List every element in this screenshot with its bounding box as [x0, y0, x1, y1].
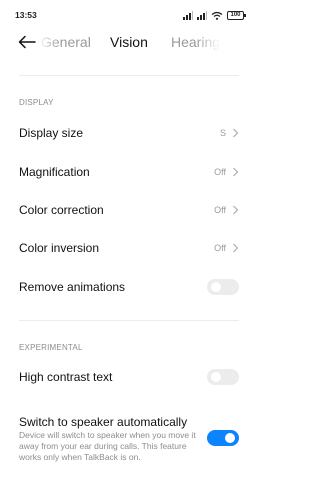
row-value: Off	[214, 205, 226, 215]
row-label: Color inversion	[19, 241, 100, 255]
row-label: Switch to speaker automatically	[19, 415, 188, 429]
row-label: Remove animations	[19, 280, 126, 294]
chevron-right-icon	[233, 243, 239, 253]
chevron-right-icon	[233, 205, 239, 215]
wifi-icon	[211, 11, 223, 20]
section-header-experimental: EXPERIMENTAL	[19, 343, 83, 352]
top-nav: General Vision Hearing	[0, 28, 258, 56]
toggle-knob	[211, 372, 221, 382]
toggle-knob	[225, 433, 235, 443]
row-display-size[interactable]: Display size S	[0, 114, 258, 152]
tab-fade-right	[196, 32, 220, 52]
switch-to-speaker-toggle[interactable]	[207, 430, 239, 446]
row-label: Magnification	[19, 165, 90, 179]
signal-icon	[183, 10, 193, 20]
row-value: Off	[214, 243, 226, 253]
battery-icon: 100	[227, 10, 246, 20]
row-switch-to-speaker[interactable]: Switch to speaker automatically Device w…	[0, 405, 258, 471]
remove-animations-toggle[interactable]	[207, 279, 239, 295]
row-value: S	[219, 128, 226, 138]
row-magnification[interactable]: Magnification Off	[0, 153, 258, 191]
divider	[19, 320, 239, 321]
row-color-correction[interactable]: Color correction Off	[0, 191, 258, 229]
row-remove-animations[interactable]: Remove animations	[0, 268, 258, 306]
chevron-right-icon	[233, 128, 239, 138]
section-header-display: DISPLAY	[19, 98, 54, 107]
status-time: 13:53	[15, 10, 37, 20]
back-button[interactable]	[17, 34, 37, 50]
chevron-right-icon	[233, 167, 239, 177]
row-description: Device will switch to speaker when you m…	[19, 430, 196, 462]
row-label: Display size	[19, 126, 84, 140]
status-bar: 13:53 100	[0, 0, 258, 30]
status-icons: 100	[183, 9, 246, 21]
high-contrast-text-toggle[interactable]	[207, 369, 239, 385]
back-arrow-icon	[18, 35, 36, 49]
row-label: High contrast text	[19, 370, 113, 384]
toggle-knob	[211, 282, 221, 292]
tab-fade-left	[38, 32, 60, 52]
tab-vision[interactable]: Vision	[110, 34, 148, 50]
row-high-contrast-text[interactable]: High contrast text	[0, 358, 258, 396]
row-color-inversion[interactable]: Color inversion Off	[0, 229, 258, 267]
row-label: Color correction	[19, 203, 104, 217]
divider	[19, 75, 239, 76]
row-value: Off	[214, 167, 226, 177]
signal-icon	[197, 10, 207, 20]
